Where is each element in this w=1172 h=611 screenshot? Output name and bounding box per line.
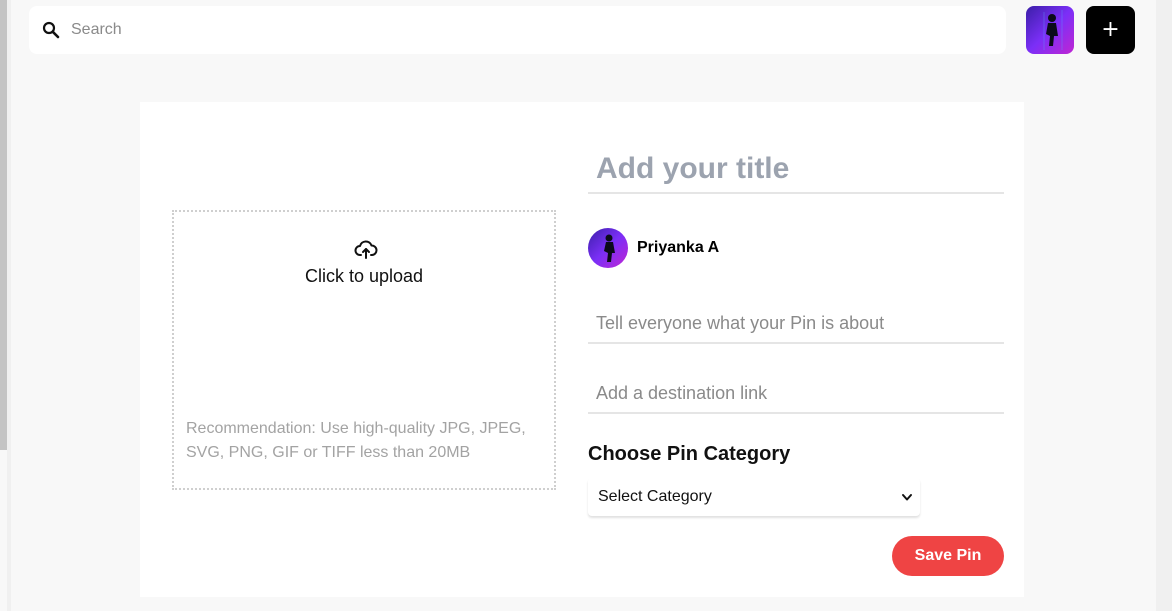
- search-icon: [42, 21, 60, 39]
- category-select[interactable]: Select Category: [588, 478, 920, 516]
- chevron-down-icon: [900, 490, 914, 504]
- search-input[interactable]: [69, 20, 973, 40]
- destination-link-input[interactable]: [588, 374, 1004, 414]
- search-bar[interactable]: [29, 6, 1006, 54]
- title-input[interactable]: [588, 146, 1004, 194]
- scrollbar-track: [7, 0, 11, 611]
- avatar: [588, 228, 628, 268]
- author-name: Priyanka A: [637, 239, 720, 256]
- pin-about-input[interactable]: [588, 304, 1004, 344]
- upload-recommendation: Recommendation: Use high-quality JPG, JP…: [186, 420, 526, 461]
- create-pin-card: Click to upload Recommendation: Use high…: [140, 102, 1024, 597]
- page-edge: [1156, 0, 1172, 611]
- user-avatar-button[interactable]: [1026, 6, 1074, 54]
- category-heading: Choose Pin Category: [588, 443, 791, 465]
- save-pin-button[interactable]: Save Pin: [892, 536, 1004, 576]
- scrollbar-thumb[interactable]: [0, 0, 7, 450]
- cloud-upload-icon: [354, 238, 378, 262]
- create-pin-button[interactable]: +: [1086, 6, 1135, 54]
- category-selected-value: Select Category: [598, 488, 712, 505]
- upload-label: Click to upload: [304, 266, 424, 286]
- pin-author: Priyanka A: [588, 228, 719, 268]
- upload-dropzone[interactable]: Click to upload Recommendation: Use high…: [172, 210, 556, 490]
